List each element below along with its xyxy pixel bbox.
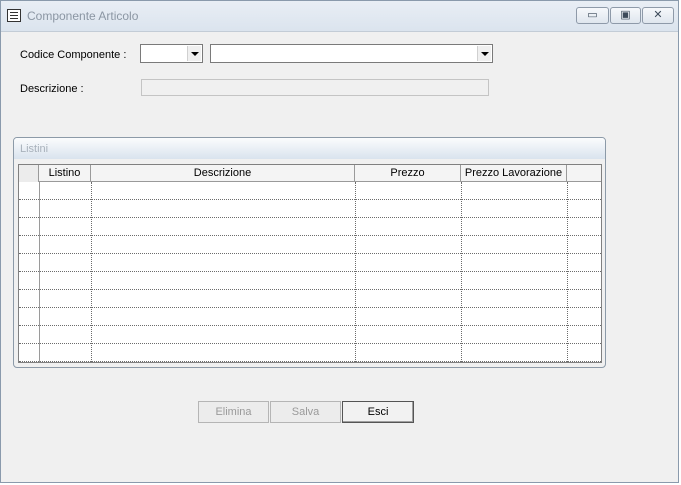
app-icon[interactable]: [7, 9, 21, 22]
table-row[interactable]: [19, 254, 601, 272]
listini-header: Listini: [14, 138, 605, 159]
table-row[interactable]: [19, 200, 601, 218]
elimina-button[interactable]: Elimina: [198, 401, 269, 423]
table-row[interactable]: [19, 272, 601, 290]
window-title: Componente Articolo: [27, 9, 139, 23]
table-row[interactable]: [19, 344, 601, 362]
codice-componente-select[interactable]: [140, 44, 203, 63]
listini-group: Listini Listino Descrizione Prezzo Prezz…: [13, 137, 606, 368]
column-divider: [91, 182, 92, 362]
codice-componente-label: Codice Componente :: [20, 49, 127, 61]
table-row[interactable]: [19, 290, 601, 308]
descrizione-label: Descrizione :: [20, 83, 84, 95]
column-header-listino[interactable]: Listino: [39, 165, 91, 182]
column-header-empty: [567, 165, 601, 182]
table-row[interactable]: [19, 326, 601, 344]
chevron-down-icon[interactable]: [477, 46, 491, 61]
esci-button[interactable]: Esci: [342, 401, 414, 423]
descrizione-field[interactable]: [141, 79, 489, 96]
column-divider: [355, 182, 356, 362]
grid-corner-cell[interactable]: [19, 165, 39, 182]
table-row[interactable]: [19, 182, 601, 200]
minimize-button[interactable]: ▭: [576, 7, 609, 24]
column-divider: [567, 182, 568, 362]
table-row[interactable]: [19, 308, 601, 326]
table-row[interactable]: [19, 236, 601, 254]
column-header-prezzo[interactable]: Prezzo: [355, 165, 461, 182]
column-divider: [461, 182, 462, 362]
listini-title: Listini: [20, 143, 49, 155]
row-selector-divider: [39, 182, 40, 362]
column-header-descrizione[interactable]: Descrizione: [91, 165, 355, 182]
salva-button[interactable]: Salva: [270, 401, 341, 423]
title-bar[interactable]: Componente Articolo ▭ ▣ ✕: [1, 1, 678, 32]
column-header-prezzo-lavorazione[interactable]: Prezzo Lavorazione: [461, 165, 567, 182]
main-window: Componente Articolo ▭ ▣ ✕ Codice Compone…: [0, 0, 679, 483]
componente-description-select[interactable]: [210, 44, 493, 63]
table-row[interactable]: [19, 218, 601, 236]
close-button[interactable]: ✕: [642, 7, 674, 24]
chevron-down-icon[interactable]: [187, 46, 201, 61]
listini-grid[interactable]: Listino Descrizione Prezzo Prezzo Lavora…: [18, 164, 602, 363]
maximize-button[interactable]: ▣: [610, 7, 641, 24]
